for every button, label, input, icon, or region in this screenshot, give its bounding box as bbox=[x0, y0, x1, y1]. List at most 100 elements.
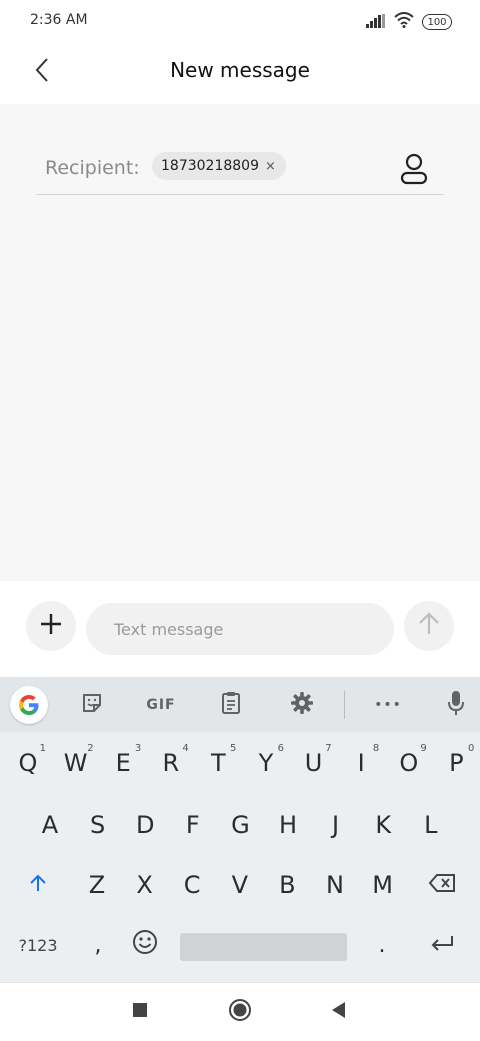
key-q[interactable]: Q1 bbox=[4, 735, 52, 791]
key-number-hint: 9 bbox=[420, 743, 427, 754]
google-button[interactable] bbox=[9, 685, 49, 725]
key-w[interactable]: W2 bbox=[52, 735, 100, 791]
wifi-icon bbox=[394, 12, 414, 32]
key-label: Q bbox=[18, 749, 38, 777]
key-row-1: Q1W2E3R4T5Y6U7I8O9P0 bbox=[0, 735, 480, 795]
mic-icon bbox=[447, 690, 465, 720]
key-label: U bbox=[304, 749, 323, 777]
key-i[interactable]: I8 bbox=[337, 735, 385, 791]
more-button[interactable]: ••• bbox=[368, 685, 408, 725]
circle-icon bbox=[228, 998, 252, 1026]
shift-arrow-icon bbox=[28, 871, 48, 899]
message-input[interactable] bbox=[86, 603, 394, 655]
key-label: I bbox=[357, 749, 365, 777]
key-s[interactable]: S bbox=[74, 797, 122, 853]
key-a[interactable]: A bbox=[26, 797, 74, 853]
contact-picker-button[interactable] bbox=[398, 152, 430, 186]
key-v[interactable]: V bbox=[216, 857, 264, 913]
comma-key[interactable]: , bbox=[74, 917, 122, 973]
key-o[interactable]: O9 bbox=[385, 735, 433, 791]
page-title: New message bbox=[170, 58, 310, 82]
key-label: R bbox=[162, 749, 180, 777]
space-key[interactable] bbox=[180, 933, 347, 961]
key-number-hint: 7 bbox=[325, 743, 332, 754]
back-nav-button[interactable] bbox=[323, 997, 353, 1027]
shift-key[interactable] bbox=[14, 857, 62, 913]
chip-remove-icon[interactable]: × bbox=[265, 159, 276, 174]
send-button[interactable] bbox=[404, 601, 454, 651]
square-icon bbox=[132, 1002, 148, 1022]
more-icon: ••• bbox=[374, 697, 402, 713]
key-g[interactable]: G bbox=[216, 797, 264, 853]
status-bar: 2:36 AM 100 bbox=[0, 0, 480, 44]
keyboard-toolbar: GIF ••• bbox=[0, 677, 480, 732]
key-b[interactable]: B bbox=[263, 857, 311, 913]
sticker-icon bbox=[81, 692, 103, 718]
person-icon bbox=[398, 153, 430, 190]
key-label: P bbox=[449, 749, 464, 777]
recents-button[interactable] bbox=[125, 997, 155, 1027]
key-row-2: ASDFGHJKL bbox=[0, 797, 480, 857]
key-l[interactable]: L bbox=[407, 797, 455, 853]
gear-icon bbox=[290, 691, 314, 719]
clipboard-button[interactable] bbox=[211, 685, 251, 725]
system-nav-bar bbox=[0, 982, 480, 1041]
keyboard: G I F ••• Q 1 W 2 E 3 R 4 T 5 Y 6 U 7 I 8 … bbox=[0, 677, 480, 982]
key-label: Y bbox=[258, 749, 274, 777]
google-icon bbox=[10, 686, 48, 724]
key-y[interactable]: Y6 bbox=[242, 735, 290, 791]
signal-icon bbox=[366, 13, 386, 32]
gif-button[interactable]: GIF bbox=[141, 685, 181, 725]
key-label: O bbox=[399, 749, 419, 777]
status-time: 2:36 AM bbox=[30, 12, 88, 28]
key-c[interactable]: C bbox=[168, 857, 216, 913]
key-number-hint: 5 bbox=[230, 743, 237, 754]
message-input-bar bbox=[0, 581, 480, 677]
home-button[interactable] bbox=[225, 997, 255, 1027]
key-f[interactable]: F bbox=[169, 797, 217, 853]
recipient-row: Recipient: 18730218809 × bbox=[36, 144, 444, 195]
key-number-hint: 3 bbox=[134, 743, 142, 754]
emoji-icon bbox=[132, 929, 158, 961]
emoji-key[interactable] bbox=[121, 917, 169, 973]
add-attachment-button[interactable] bbox=[26, 601, 76, 651]
period-key[interactable]: . bbox=[358, 917, 406, 973]
enter-key[interactable] bbox=[418, 917, 466, 973]
symbols-key[interactable]: ?123 bbox=[12, 917, 64, 973]
key-u[interactable]: U7 bbox=[290, 735, 338, 791]
key-row-3: ZXCVBNM bbox=[0, 857, 480, 917]
gif-label: GIF bbox=[146, 697, 176, 713]
key-n[interactable]: N bbox=[311, 857, 359, 913]
status-icons: 100 bbox=[366, 12, 452, 32]
recipient-chip[interactable]: 18730218809 × bbox=[152, 152, 286, 180]
key-label: E bbox=[115, 749, 131, 777]
key-m[interactable]: M bbox=[359, 857, 407, 913]
arrow-up-icon bbox=[418, 612, 440, 640]
compose-area: Recipient: 18730218809 × bbox=[0, 104, 480, 581]
key-number-hint: 8 bbox=[372, 743, 380, 754]
key-d[interactable]: D bbox=[121, 797, 169, 853]
triangle-back-icon bbox=[330, 1001, 346, 1023]
key-e[interactable]: E3 bbox=[99, 735, 147, 791]
key-number-hint: 1 bbox=[39, 743, 46, 754]
key-number-hint: 4 bbox=[182, 743, 189, 754]
key-t[interactable]: T5 bbox=[194, 735, 242, 791]
key-x[interactable]: X bbox=[121, 857, 169, 913]
key-number-hint: 6 bbox=[277, 743, 284, 754]
key-z[interactable]: Z bbox=[73, 857, 121, 913]
voice-input-button[interactable] bbox=[436, 685, 476, 725]
key-r[interactable]: R4 bbox=[147, 735, 195, 791]
toolbar-divider bbox=[344, 691, 345, 719]
key-label: W bbox=[63, 749, 88, 777]
backspace-key[interactable] bbox=[418, 857, 466, 913]
key-number-hint: 2 bbox=[87, 743, 94, 754]
clipboard-icon bbox=[221, 691, 241, 719]
settings-button[interactable] bbox=[282, 685, 322, 725]
key-p[interactable]: P0 bbox=[432, 735, 480, 791]
key-j[interactable]: J bbox=[312, 797, 360, 853]
key-h[interactable]: H bbox=[264, 797, 312, 853]
key-label: T bbox=[211, 749, 226, 777]
key-number-hint: 0 bbox=[468, 743, 475, 754]
key-k[interactable]: K bbox=[359, 797, 407, 853]
sticker-button[interactable] bbox=[72, 685, 112, 725]
